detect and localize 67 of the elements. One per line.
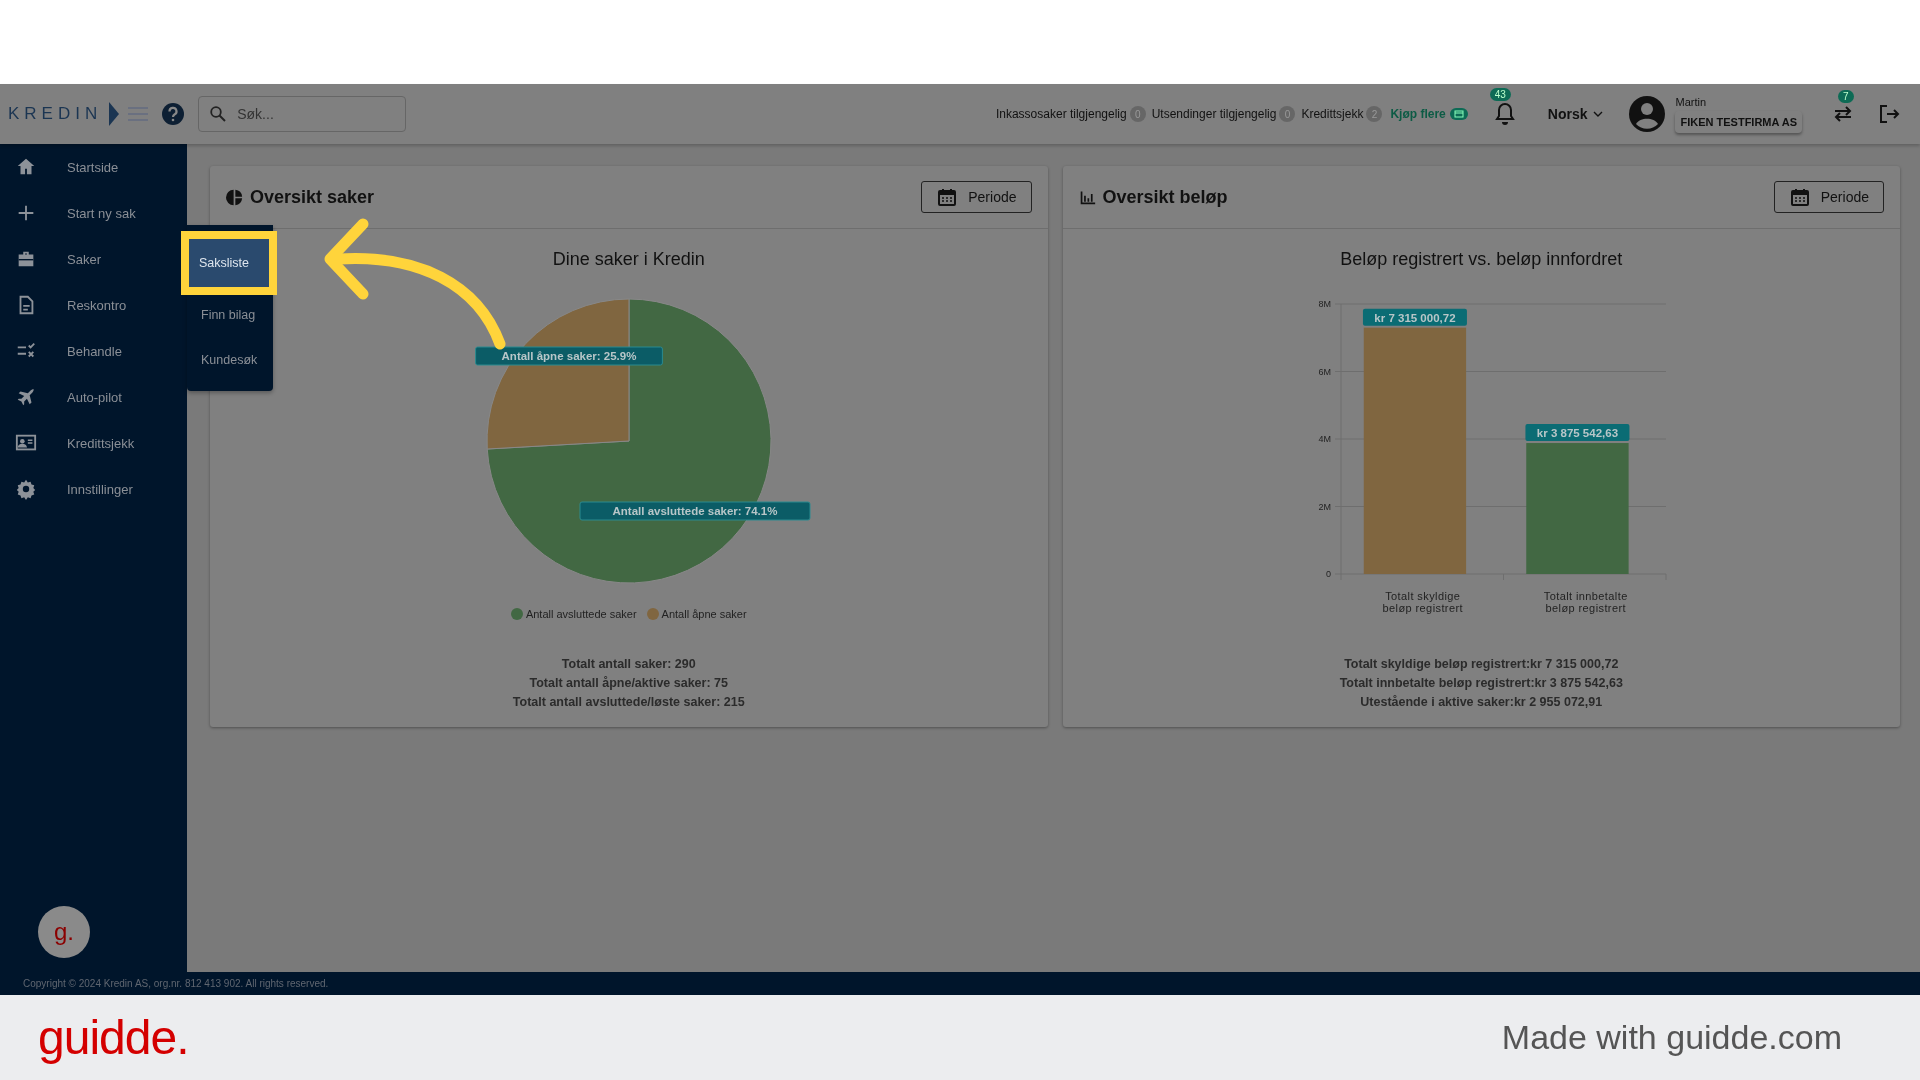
swap-arrows-icon[interactable] — [1832, 104, 1854, 124]
chart-title: Beløp registrert vs. beløp innfordret — [1340, 249, 1623, 270]
sidebar-item[interactable]: Startside — [0, 144, 187, 190]
airplane-icon — [15, 386, 37, 408]
sidebar-item[interactable]: Innstillinger — [0, 466, 187, 512]
summary-line: Totalt antall saker: 290 — [561, 657, 696, 671]
data-label: kr 7 315 000,72 — [1363, 308, 1468, 326]
data-label: kr 3 875 542,63 — [1537, 427, 1619, 440]
tick-label: 4M — [1318, 434, 1332, 444]
brand-logo: guidde. — [38, 1010, 189, 1065]
calendar-icon — [1790, 188, 1809, 206]
period-button[interactable]: Periode — [1773, 181, 1884, 213]
data-label: Antall åpne saker: 25.9% — [501, 350, 637, 362]
sidebar-item[interactable]: Saker — [0, 236, 187, 282]
notification-badge: 43 — [1489, 88, 1511, 101]
legend-label: Antall avsluttede saker — [525, 608, 637, 620]
data-label: Antall avsluttede saker: 74.1% — [612, 505, 778, 517]
language-dropdown[interactable]: Norsk — [1541, 105, 1610, 123]
counter-label: Inkassosaker tilgjengelig — [995, 107, 1127, 121]
notification-badge: 7 — [1838, 90, 1854, 103]
credit-card-icon[interactable] — [1449, 108, 1468, 120]
submenu-item[interactable]: Kundesøk — [187, 338, 273, 383]
copyright-text: Copyright © 2024 Kredin AS, org.nr. 812 413 902. All rights reserved. — [23, 978, 329, 989]
helper-bubble[interactable]: g. — [38, 906, 90, 958]
settings-icon — [15, 478, 37, 500]
legend-label: Antall åpne saker — [661, 608, 747, 620]
sidebar-item[interactable]: Auto-pilot — [0, 374, 187, 420]
caret-icon — [1593, 111, 1604, 117]
tagline: Made with guidde.com — [1501, 1018, 1842, 1057]
tick-label: 8M — [1318, 299, 1332, 309]
summary-line: Utestående i aktive saker:kr 2 955 072,91 — [1360, 695, 1603, 709]
summary-line: Totalt skyldige beløp registrert:kr 7 315 000,72 — [1344, 657, 1619, 671]
period-button[interactable]: Periode — [921, 181, 1032, 213]
tick-label: 6M — [1318, 366, 1332, 377]
data-label: Antall åpne saker: 25.9% — [474, 346, 663, 366]
search-icon — [210, 106, 227, 122]
bell-icon[interactable] — [1493, 102, 1516, 126]
avatar-icon[interactable] — [1629, 96, 1666, 132]
counter-label: Kredittsjekk — [1301, 107, 1364, 121]
data-label: Antall avsluttede saker: 74.1% — [579, 501, 811, 521]
logo[interactable]: KREDIN — [8, 104, 103, 124]
pie-chart-icon — [226, 188, 243, 206]
card-title: Oversikt beløp — [1102, 186, 1229, 208]
summary-line: Totalt innbetalte beløp registrert:kr 3 875 542,63 — [1339, 676, 1623, 690]
sidebar-item[interactable]: Reskontro — [0, 282, 187, 328]
data-label: kr 3 875 542,63 — [1525, 424, 1630, 442]
chart-title: Dine saker i Kredin — [552, 249, 705, 270]
summary-line: Totalt antall åpne/aktive saker: 75 — [529, 676, 728, 690]
summary-line: Totalt antall avsluttede/løste saker: 215 — [512, 695, 745, 709]
logo-chevron-icon — [108, 101, 121, 127]
calendar-icon — [938, 188, 957, 206]
help-icon[interactable] — [162, 103, 185, 125]
card-title: Oversikt saker — [250, 186, 376, 208]
counter-label: Utsendinger tilgjengelig — [1151, 107, 1277, 121]
company-button[interactable]: FIKEN TESTFIRMA AS — [1675, 110, 1802, 133]
category-label: Totalt skyldige beløp registrert — [1381, 590, 1464, 614]
sidebar-item[interactable]: Start ny sak — [0, 190, 187, 236]
tick-label: 0 — [1326, 569, 1332, 579]
data-label: kr 7 315 000,72 — [1374, 311, 1456, 324]
tick-label: 2M — [1318, 501, 1332, 512]
logout-icon[interactable] — [1878, 103, 1900, 125]
sidebar-item[interactable]: Kredittsjekk — [0, 420, 187, 466]
category-label: Totalt innbetalte beløp registrert — [1542, 590, 1629, 614]
sidebar-item[interactable]: Behandle — [0, 328, 187, 374]
submenu-item[interactable]: Finn bilag — [187, 293, 273, 338]
user-name: Martin — [1675, 95, 1708, 108]
search-field[interactable]: Søk... — [198, 96, 407, 132]
